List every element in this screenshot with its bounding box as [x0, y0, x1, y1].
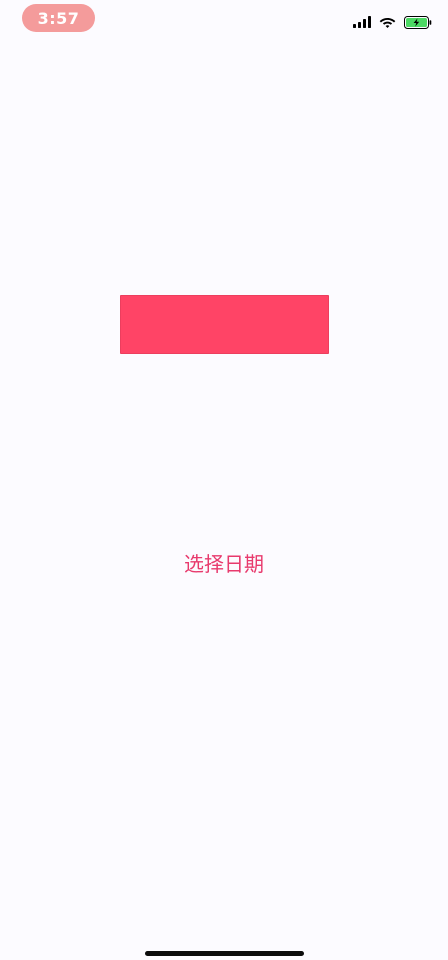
status-icons — [353, 14, 432, 30]
select-date-button[interactable]: 选择日期 — [0, 549, 448, 579]
status-bar: 3:57 — [0, 0, 448, 40]
battery-charging-icon — [404, 15, 432, 29]
time-pill: 3:57 — [22, 4, 95, 32]
wifi-icon — [379, 16, 396, 28]
status-time: 3:57 — [37, 8, 80, 28]
color-preview-block — [120, 295, 329, 354]
signal-icon — [353, 16, 371, 28]
home-indicator[interactable] — [145, 951, 304, 956]
